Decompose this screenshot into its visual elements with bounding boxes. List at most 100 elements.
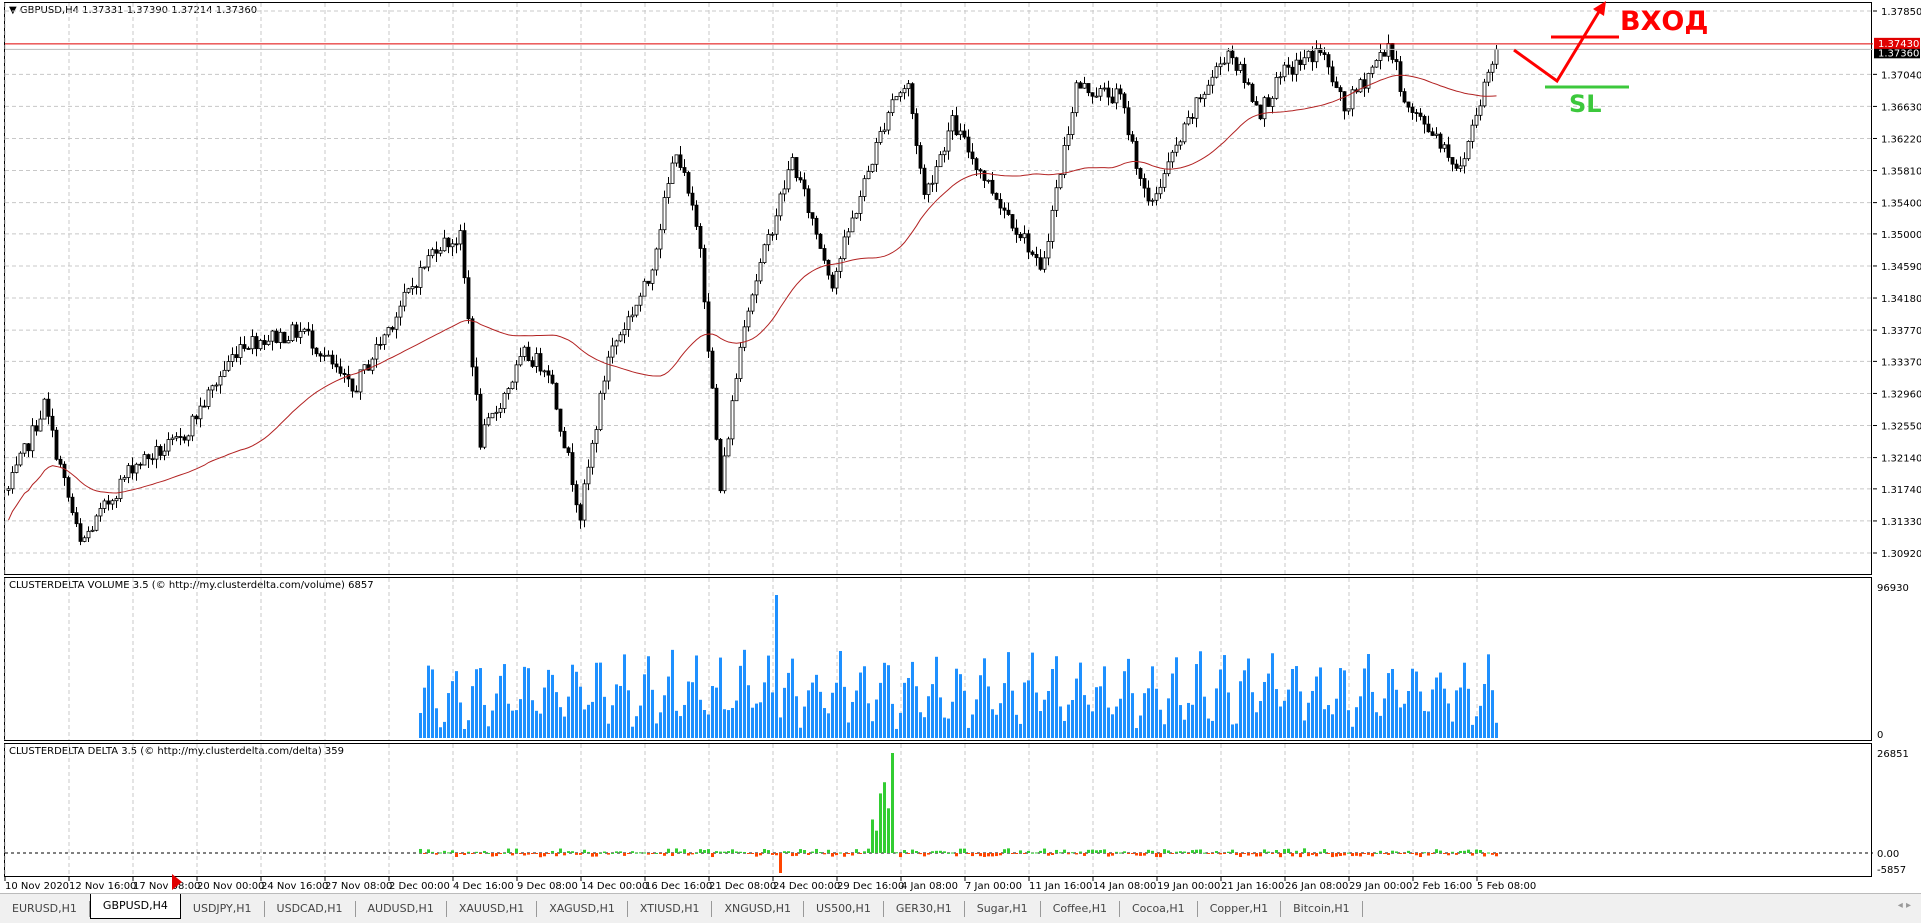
grid-lines <box>4 3 1877 881</box>
volume-bar <box>1243 670 1246 738</box>
tab-coffee-h1[interactable]: Coffee,H1 <box>1041 900 1120 917</box>
candle-body <box>794 157 799 179</box>
tab-xagusd-h1[interactable]: XAGUSD,H1 <box>537 900 628 917</box>
price-axis-label: 1.37040 <box>1881 70 1921 81</box>
candle-body <box>850 217 855 233</box>
candle <box>170 434 175 446</box>
candle <box>782 180 787 202</box>
volume-bar <box>979 675 982 738</box>
candle <box>946 122 951 160</box>
tab-gbpusd-h4[interactable]: GBPUSD,H4 <box>89 894 181 919</box>
candle-body <box>738 346 743 379</box>
tab-eurusd-h1[interactable]: EURUSD,H1 <box>0 900 90 917</box>
tab-copper-h1[interactable]: Copper,H1 <box>1198 900 1282 917</box>
volume-bar <box>951 701 954 738</box>
candle <box>646 280 651 287</box>
delta-bar <box>1051 853 1054 855</box>
volume-bar <box>599 662 602 738</box>
delta-bar <box>1363 853 1366 854</box>
volume-bar <box>643 674 646 738</box>
candle <box>1334 76 1339 89</box>
delta-bar <box>739 851 742 853</box>
candle-body <box>590 442 595 468</box>
candle-body <box>74 512 79 525</box>
candle <box>1122 92 1127 114</box>
volume-bar <box>1183 719 1186 738</box>
candle <box>454 237 459 254</box>
candle-body <box>414 286 419 288</box>
tab-xngusd-h1[interactable]: XNGUSD,H1 <box>712 900 805 917</box>
delta-bar <box>1203 852 1206 854</box>
candle-body <box>746 310 751 328</box>
volume-bar <box>1455 690 1458 738</box>
delta-bar <box>1311 853 1314 855</box>
delta-bar <box>911 849 914 853</box>
candle-body <box>934 166 939 184</box>
tab-cocoa-h1[interactable]: Cocoa,H1 <box>1120 900 1198 917</box>
tab-usdjpy-h1[interactable]: USDJPY,H1 <box>181 900 265 917</box>
tab-sugar-h1[interactable]: Sugar,H1 <box>965 900 1041 917</box>
candle <box>1182 121 1187 145</box>
tab-bitcoin-h1[interactable]: Bitcoin,H1 <box>1281 900 1363 917</box>
candle <box>442 229 447 252</box>
price-axis-label: 1.32140 <box>1881 454 1921 465</box>
delta-bar <box>599 852 602 854</box>
candle <box>1378 43 1383 70</box>
tab-audusd-h1[interactable]: AUDUSD,H1 <box>356 900 447 917</box>
candle-body <box>494 411 499 414</box>
delta-bar <box>839 852 842 854</box>
volume-bar <box>1195 664 1198 738</box>
candle <box>1394 50 1399 71</box>
tab-usdcad-h1[interactable]: USDCAD,H1 <box>265 900 356 917</box>
delta-bar <box>1227 851 1230 853</box>
candle-body <box>506 388 511 394</box>
delta-bar <box>1395 851 1398 853</box>
tab-xauusd-h1[interactable]: XAUUSD,H1 <box>447 900 538 917</box>
candle-body <box>118 478 123 499</box>
candle <box>334 354 339 373</box>
price-axis-label: 1.31330 <box>1881 517 1921 528</box>
delta-bar <box>1259 853 1262 857</box>
candle <box>354 385 359 393</box>
delta-bar <box>1015 853 1018 854</box>
tab-xtiusd-h1[interactable]: XTIUSD,H1 <box>628 900 713 917</box>
tab-ger30-h1[interactable]: GER30,H1 <box>884 900 965 917</box>
candle <box>1022 225 1027 244</box>
candle <box>754 274 759 304</box>
volume-bar <box>923 717 926 738</box>
time-axis-label: 14 Jan 08:00 <box>1093 881 1156 892</box>
candle <box>562 427 567 449</box>
candle <box>526 341 531 362</box>
volume-bar <box>1271 653 1274 738</box>
candle <box>638 292 643 312</box>
volume-bar <box>543 687 546 738</box>
delta-bar <box>1343 853 1346 856</box>
volume-bar <box>1487 654 1490 738</box>
candle-body <box>662 197 667 231</box>
time-axis-label: 29 Jan 00:00 <box>1349 881 1412 892</box>
candle <box>434 241 439 263</box>
delta-bar <box>967 853 970 854</box>
volume-bar <box>1179 705 1182 738</box>
candle <box>218 371 223 394</box>
candle <box>910 82 915 120</box>
tab-scroll-arrows-icon[interactable]: ◂ ▸ <box>1898 900 1911 911</box>
volume-bar <box>655 723 658 738</box>
tab-us500-h1[interactable]: US500,H1 <box>804 900 884 917</box>
delta-bar <box>647 853 650 855</box>
candle-body <box>710 350 715 389</box>
candle-body <box>610 345 615 358</box>
candle <box>1238 61 1243 74</box>
delta-bar <box>771 853 774 855</box>
delta-bar <box>831 853 834 857</box>
delta-bar <box>1239 853 1242 857</box>
candle-body <box>790 157 795 171</box>
candle <box>862 175 867 202</box>
candle-body <box>902 88 907 94</box>
candle <box>1398 55 1403 97</box>
candle <box>554 382 559 411</box>
volume-bar <box>1415 671 1418 738</box>
delta-bar <box>751 853 754 854</box>
candle <box>1250 82 1255 103</box>
delta-bar <box>1123 851 1126 853</box>
